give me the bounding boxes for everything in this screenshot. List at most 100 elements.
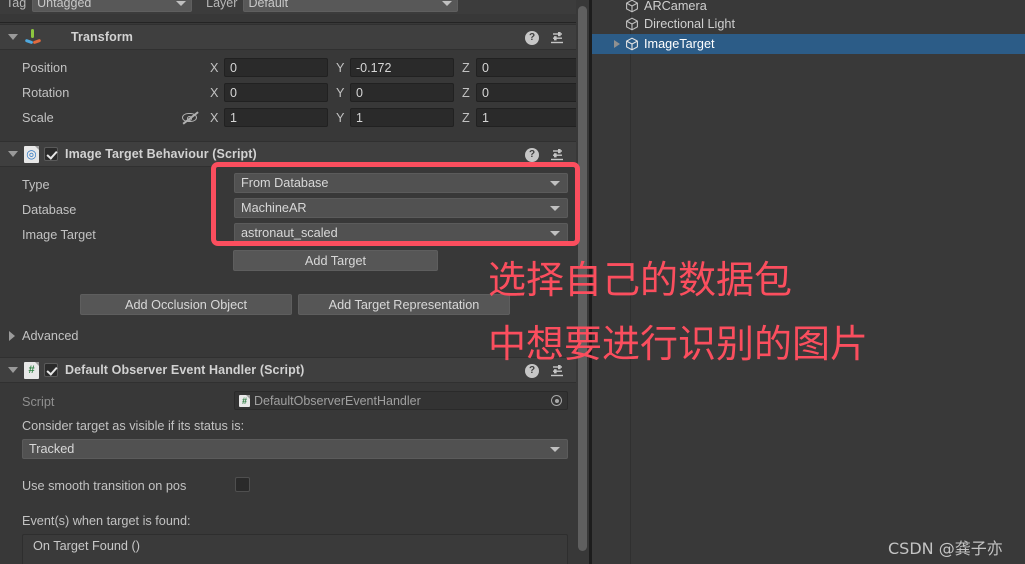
csharp-script-icon: # (24, 361, 39, 379)
chevron-down-icon[interactable] (8, 34, 18, 40)
type-value: From Database (241, 176, 329, 190)
chevron-down-icon[interactable] (8, 367, 18, 373)
layer-label: Layer (206, 0, 238, 10)
image-target-dropdown[interactable]: astronaut_scaled (234, 223, 568, 243)
database-value: MachineAR (241, 201, 307, 215)
add-target-button-label: Add Target (304, 253, 367, 268)
tag-dropdown[interactable]: Untagged (32, 0, 193, 12)
on-target-found-event-box[interactable]: On Target Found () (22, 534, 568, 564)
preset-sliders-icon[interactable] (550, 31, 565, 46)
type-dropdown[interactable]: From Database (234, 173, 568, 193)
default-observer-enabled-checkbox[interactable] (44, 363, 58, 377)
chevron-right-icon[interactable] (614, 40, 620, 48)
object-picker-icon[interactable] (551, 395, 562, 406)
chevron-down-icon (442, 1, 453, 6)
axis-y-label: Y (336, 110, 345, 125)
layer-dropdown[interactable]: Default (243, 0, 459, 12)
chevron-down-icon (550, 181, 560, 186)
gameobject-cube-icon (625, 37, 639, 51)
axis-x-label: X (210, 85, 219, 100)
rotation-x-input[interactable]: 0 (224, 83, 328, 102)
image-target-value: astronaut_scaled (241, 226, 338, 240)
transform-position-row: Position X 0 Y -0.172 Z 0 (0, 55, 590, 80)
transform-gizmo-icon (24, 29, 41, 46)
image-target-enabled-checkbox[interactable] (44, 147, 58, 161)
transform-header-icons: ? (525, 25, 580, 51)
gameobject-cube-icon (625, 0, 639, 13)
type-label: Type (22, 177, 50, 192)
axis-z-label: Z (462, 60, 470, 75)
transform-title: Transform (71, 30, 134, 44)
chevron-down-icon (550, 447, 560, 452)
script-object-field[interactable]: # DefaultObserverEventHandler (234, 391, 568, 410)
transform-scale-row: Scale X 1 Y 1 Z 1 (0, 105, 590, 130)
add-target-representation-button[interactable]: Add Target Representation (298, 294, 510, 315)
position-y-input[interactable]: -0.172 (350, 58, 454, 77)
image-target-header-icons: ? (525, 142, 580, 168)
unity-editor-window: Tag Untagged Layer Default Transform ? P… (0, 0, 1025, 564)
tag-layer-row: Tag Untagged Layer Default (0, 0, 590, 14)
image-target-behaviour-header[interactable]: ◎ Image Target Behaviour (Script) ? (0, 141, 590, 167)
axis-z-label: Z (462, 110, 470, 125)
tag-label: Tag (6, 0, 27, 10)
hierarchy-item-label: ARCamera (644, 0, 707, 13)
watermark: CSDN @龚子亦 (888, 539, 1003, 558)
scale-label: Scale (22, 110, 54, 125)
chevron-down-icon (550, 231, 560, 236)
status-prompt-label: Consider target as visible if its status… (22, 419, 245, 433)
divider (0, 22, 590, 23)
add-occlusion-object-label: Add Occlusion Object (125, 297, 247, 312)
chevron-down-icon[interactable] (8, 151, 18, 157)
add-target-button[interactable]: Add Target (233, 250, 438, 271)
gameobject-cube-icon (625, 17, 639, 31)
vuforia-script-icon: ◎ (24, 145, 39, 163)
add-occlusion-object-button[interactable]: Add Occlusion Object (80, 294, 292, 315)
axis-z-label: Z (462, 85, 470, 100)
position-z-input[interactable]: 0 (476, 58, 580, 77)
script-value: DefaultObserverEventHandler (254, 393, 421, 408)
smooth-transition-checkbox[interactable] (235, 477, 250, 492)
hierarchy-item-directional-light[interactable]: Directional Light (592, 14, 1025, 34)
image-target-label: Image Target (22, 227, 96, 242)
advanced-label: Advanced (22, 328, 79, 343)
scale-z-input[interactable]: 1 (476, 108, 580, 127)
rotation-y-input[interactable]: 0 (350, 83, 454, 102)
hierarchy-item-label: ImageTarget (644, 37, 715, 51)
transform-component-header[interactable]: Transform ? (0, 24, 590, 50)
hierarchy-item-imagetarget[interactable]: ImageTarget (592, 34, 1025, 54)
position-x-input[interactable]: 0 (224, 58, 328, 77)
axis-x-label: X (210, 60, 219, 75)
help-icon[interactable]: ? (525, 148, 539, 162)
rotation-label: Rotation (22, 85, 70, 100)
chevron-down-icon (550, 206, 560, 211)
script-label: Script (22, 394, 55, 409)
scale-y-input[interactable]: 1 (350, 108, 454, 127)
default-observer-title: Default Observer Event Handler (Script) (65, 363, 305, 377)
annotation-line-1: 选择自己的数据包 (488, 258, 793, 302)
annotation-line-2: 中想要进行识别的图片 (488, 322, 869, 366)
position-label: Position (22, 60, 68, 75)
add-target-representation-label: Add Target Representation (328, 297, 480, 312)
transform-rotation-row: Rotation X 0 Y 0 Z 0 (0, 80, 590, 105)
rotation-z-input[interactable]: 0 (476, 83, 580, 102)
status-value: Tracked (29, 442, 75, 456)
smooth-transition-label: Use smooth transition on pos (22, 479, 187, 493)
image-target-behaviour-title: Image Target Behaviour (Script) (65, 147, 257, 161)
events-found-label: Event(s) when target is found: (22, 514, 191, 528)
axis-y-label: Y (336, 85, 345, 100)
axis-x-label: X (210, 110, 219, 125)
database-label: Database (22, 202, 77, 217)
layer-value: Default (248, 0, 289, 10)
on-target-found-title: On Target Found () (33, 539, 140, 553)
chevron-right-icon[interactable] (9, 330, 15, 341)
chevron-down-icon (176, 1, 187, 6)
status-dropdown[interactable]: Tracked (22, 439, 568, 459)
help-icon[interactable]: ? (525, 31, 539, 45)
axis-y-label: Y (336, 60, 345, 75)
preset-sliders-icon[interactable] (550, 148, 565, 163)
csharp-script-icon: # (239, 394, 250, 407)
hierarchy-item-label: Directional Light (644, 17, 735, 31)
constrain-proportions-off-icon[interactable] (182, 111, 199, 125)
database-dropdown[interactable]: MachineAR (234, 198, 568, 218)
scale-x-input[interactable]: 1 (224, 108, 328, 127)
